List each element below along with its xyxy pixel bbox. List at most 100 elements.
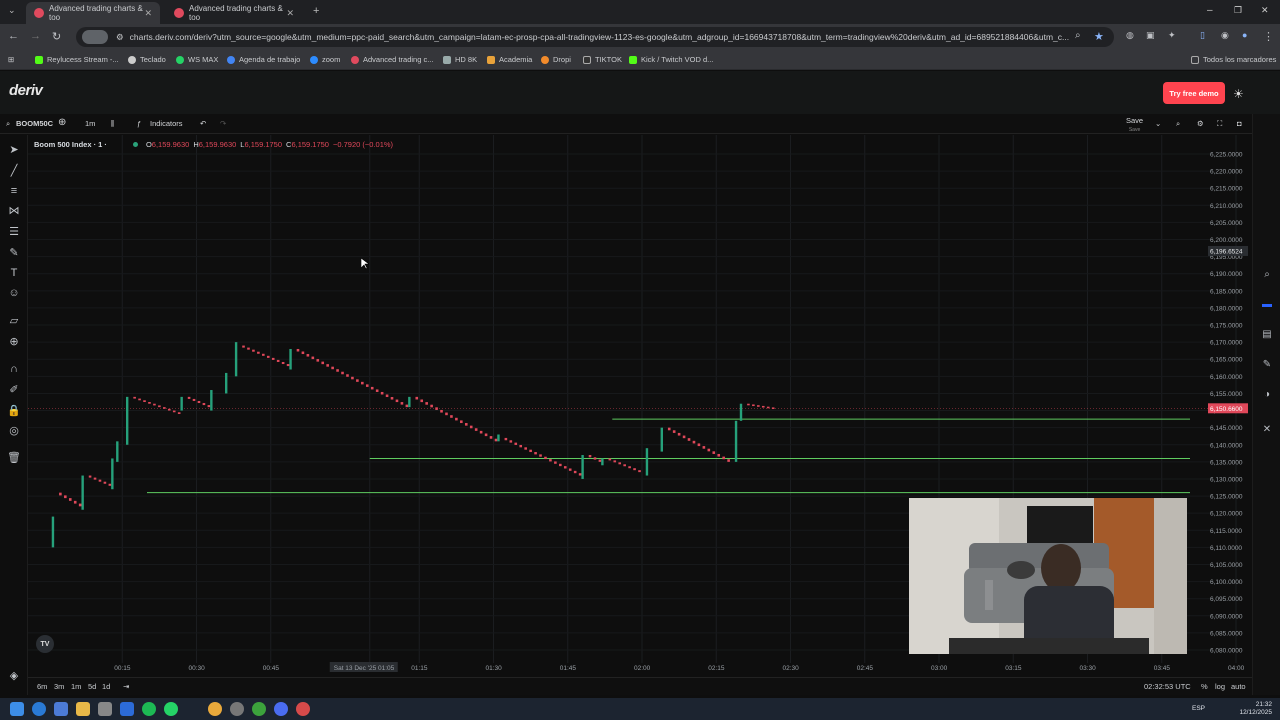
zoom-app-icon[interactable]	[274, 702, 288, 716]
indicators-button[interactable]: Indicators	[150, 119, 183, 128]
range-1m[interactable]: 1m	[71, 682, 81, 691]
browser-tab[interactable]: Advanced trading charts & too ✕	[166, 2, 302, 24]
symbol-selector[interactable]: BOOM50C	[16, 119, 53, 128]
log-scale-toggle[interactable]: log	[1215, 682, 1225, 691]
chart-type-candles-icon[interactable]: ⫼	[111, 119, 114, 129]
deriv-logo[interactable]: deriv	[9, 82, 43, 99]
tools-icon[interactable]: ✕	[1261, 424, 1273, 436]
forward-icon[interactable]: →	[30, 30, 41, 42]
lock-icon[interactable]: 🔒	[7, 404, 21, 418]
site-info-chip[interactable]	[82, 30, 108, 44]
indicators-icon[interactable]: ƒ	[137, 119, 141, 128]
zoom-in-icon[interactable]: ⊕	[7, 335, 21, 349]
bookmark-item[interactable]: Kick / Twitch VOD d...	[629, 55, 713, 64]
chrome-icon[interactable]	[208, 702, 222, 716]
quick-search-icon[interactable]: ⌕	[1176, 119, 1180, 129]
redo-icon[interactable]: ↷	[220, 119, 226, 128]
bookmark-item[interactable]: WS MAX	[176, 55, 218, 64]
tab-search-icon[interactable]: ⌄	[8, 5, 16, 16]
site-settings-icon[interactable]: ⚙	[116, 32, 124, 43]
language-indicator[interactable]: ESP	[1192, 705, 1205, 712]
bookmark-item[interactable]: Advanced trading c...	[351, 55, 433, 64]
bookmark-item[interactable]: Agenda de trabajo	[227, 55, 300, 64]
chat-icon[interactable]: ▬	[1261, 299, 1273, 311]
range-5d[interactable]: 5d	[88, 682, 96, 691]
try-free-demo-button[interactable]: Try free demo	[1163, 82, 1225, 104]
reload-icon[interactable]: ↻	[52, 30, 61, 43]
mail-icon[interactable]	[120, 702, 134, 716]
trend-line-icon[interactable]: ╱	[7, 164, 21, 178]
file-explorer-icon[interactable]	[76, 702, 90, 716]
back-icon[interactable]: ←	[8, 30, 19, 42]
chrome-profile-icon[interactable]	[296, 702, 310, 716]
magnet-icon[interactable]: ∩	[7, 362, 21, 376]
apps-grid-icon[interactable]: ⊞	[8, 55, 14, 64]
horizontal-lines-icon[interactable]: ≡	[7, 184, 21, 198]
object-tree-icon[interactable]: ◈	[7, 669, 21, 683]
bookmark-star-icon[interactable]: ★	[1094, 30, 1104, 43]
notes-icon[interactable]: ✎	[1261, 359, 1273, 371]
outlook-icon[interactable]	[54, 702, 68, 716]
ruler-icon[interactable]: ▱	[7, 314, 21, 328]
app-icon[interactable]	[252, 702, 266, 716]
extension-icon[interactable]: ▣	[1146, 30, 1155, 41]
side-panel-icon[interactable]: ▯	[1200, 30, 1205, 41]
minimize-icon[interactable]: –	[1207, 5, 1213, 16]
store-icon[interactable]	[98, 702, 112, 716]
compare-symbol-icon[interactable]: ⊕	[58, 117, 66, 128]
bookmark-item[interactable]: HD 8K	[443, 55, 477, 64]
cursor-icon[interactable]: ➤	[7, 143, 21, 157]
watchlist-icon[interactable]: ⌕	[1261, 269, 1273, 281]
save-layout-button[interactable]: Save Save	[1126, 117, 1143, 134]
close-tab-icon[interactable]: ✕	[144, 8, 152, 19]
bookmark-item[interactable]: Academia	[487, 55, 532, 64]
window-close-icon[interactable]: ✕	[1261, 5, 1269, 16]
account-icon[interactable]: ●	[1242, 30, 1247, 40]
extensions-puzzle-icon[interactable]: ✦	[1168, 30, 1176, 41]
edge-browser-icon[interactable]	[32, 702, 46, 716]
profile-icon[interactable]: ◉	[1221, 30, 1229, 41]
go-to-date-icon[interactable]: ⇥	[123, 682, 129, 691]
news-icon[interactable]: ▤	[1261, 329, 1273, 341]
url-bar[interactable]: ⚙ charts.deriv.com/deriv?utm_source=goog…	[76, 27, 1114, 47]
new-tab-icon[interactable]: +	[313, 5, 319, 17]
maximize-icon[interactable]: ❐	[1234, 5, 1242, 16]
settings-gear-icon[interactable]: ⚙	[1197, 119, 1204, 128]
close-tab-icon[interactable]: ✕	[286, 8, 294, 19]
spotify-icon[interactable]	[142, 702, 156, 716]
emoji-icon[interactable]: ☺	[7, 286, 21, 300]
bookmark-item[interactable]: zoom	[310, 55, 340, 64]
legend-symbol-name[interactable]: Boom 500 Index · 1 ·	[34, 140, 107, 149]
all-bookmarks-folder[interactable]: Todos los marcadores	[1191, 55, 1276, 64]
bookmark-item[interactable]: Teclado	[128, 55, 166, 64]
bookmark-item[interactable]: TIKTOK	[583, 55, 622, 64]
pattern-icon[interactable]: ⋈	[7, 204, 21, 218]
delete-trash-icon[interactable]: 🗑	[7, 451, 21, 465]
interval-selector[interactable]: 1m	[85, 119, 95, 128]
range-6m[interactable]: 6m	[37, 682, 47, 691]
fibonacci-icon[interactable]: ☰	[7, 225, 21, 239]
bookmark-item[interactable]: Dropi	[541, 55, 571, 64]
brush-icon[interactable]: ✎	[7, 246, 21, 260]
zoom-search-icon[interactable]: ⌕	[1075, 30, 1081, 41]
start-windows-icon[interactable]	[10, 702, 24, 716]
range-1d[interactable]: 1d	[102, 682, 110, 691]
hide-drawings-icon[interactable]: ◎	[7, 424, 21, 438]
snapshot-camera-icon[interactable]: ◘	[1237, 119, 1242, 128]
percent-scale-toggle[interactable]: %	[1201, 682, 1208, 691]
fullscreen-icon[interactable]: ⛶	[1217, 119, 1222, 129]
save-dropdown-chevron-icon[interactable]: ⌄	[1155, 119, 1161, 128]
game-icon[interactable]: ◑	[1261, 389, 1273, 401]
auto-scale-toggle[interactable]: auto	[1231, 682, 1246, 691]
browser-tab-active[interactable]: Advanced trading charts & too ✕	[26, 2, 160, 24]
whatsapp-icon[interactable]	[164, 702, 178, 716]
range-3m[interactable]: 3m	[54, 682, 64, 691]
menu-dots-icon[interactable]: ⋮	[1263, 30, 1274, 43]
extension-icon[interactable]: ◍	[1126, 30, 1134, 41]
theme-toggle-sun-icon[interactable]: ☀	[1233, 87, 1244, 101]
settings-icon[interactable]	[230, 702, 244, 716]
system-clock[interactable]: 21:32 12/12/2025	[1239, 701, 1272, 717]
utc-clock[interactable]: 02:32:53 UTC	[1144, 682, 1191, 691]
text-tool-icon[interactable]: T	[7, 266, 21, 280]
stay-drawing-mode-icon[interactable]: ✐	[7, 383, 21, 397]
